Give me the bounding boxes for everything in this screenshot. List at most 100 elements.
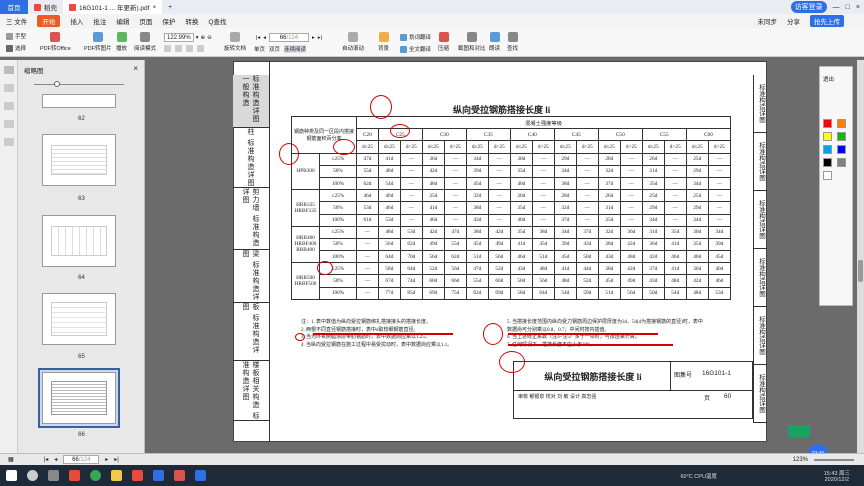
share-button[interactable]: 分享 [787,16,800,26]
thumbnail-size-slider[interactable] [24,81,134,87]
task-view-icon[interactable] [48,470,59,481]
menu-insert[interactable]: 插入 [70,16,83,26]
value-cell: 30d [685,225,709,239]
sync-status[interactable]: 未同步 [758,16,778,26]
value-cell: 51d [597,286,621,300]
document-page[interactable]: 标准构造详图 一般构造 柱 标准构造详图 剪力墙 标准构造详图 梁 标准构造详图… [233,61,767,442]
add-tab-button[interactable]: + [162,0,178,14]
scrollbar-thumb[interactable] [858,260,863,282]
thumbnail-page-64[interactable] [42,215,116,267]
maximize-button[interactable]: □ [846,4,850,11]
folder-icon[interactable] [111,470,122,481]
prev-page-icon[interactable]: ◂ [263,35,266,41]
slider-handle[interactable] [54,81,60,87]
full-translate-button[interactable]: 全文翻译 [400,45,431,53]
next-page-icon[interactable]: ▸ [312,35,315,41]
single-page-button[interactable]: 单页 [254,45,265,53]
page-number-input[interactable]: 66/124 [268,33,309,42]
value-cell: 58d [509,286,533,300]
zoom-dropdown-icon[interactable]: ▾ [196,35,199,41]
menu-annotate[interactable]: 批注 [93,16,106,26]
sidebar-toggle-icon[interactable]: ▦ [8,456,14,463]
pdf-to-office-button[interactable]: PDF转Office [40,32,71,52]
prev-page-icon[interactable]: ◂ [54,456,57,463]
search-menu[interactable]: Q查找 [208,16,226,26]
first-page-icon[interactable]: |◂ [256,35,260,41]
thumbnail-page-65[interactable] [42,293,116,345]
clock[interactable]: 15:43 周三 2020/12/2 [824,469,850,483]
pdf-task-icon[interactable] [174,470,185,481]
app2-icon[interactable] [195,470,206,481]
compress-button[interactable]: 压缩 [438,32,449,52]
zoom-in-icon[interactable]: ⊕ [200,35,205,41]
fit-width-icon[interactable] [164,45,171,52]
app-icon[interactable] [69,470,80,481]
chrome-icon[interactable] [90,470,101,481]
color-swatch[interactable] [823,132,832,141]
menu-page[interactable]: 页面 [139,16,152,26]
thumbnail-page-66[interactable] [42,372,116,424]
read-aloud-button[interactable]: 朗读 [489,32,500,52]
last-page-icon[interactable]: ▸| [114,456,119,463]
zoom-input[interactable]: 122.99% [164,33,194,42]
zoom-out-icon[interactable]: ⊖ [207,35,212,41]
read-mode-button[interactable]: 阅读模式 [134,32,156,52]
attachment-icon[interactable] [4,120,14,128]
status-page-input[interactable]: 66/124 [63,455,100,464]
play-button[interactable]: 播放 [116,32,127,52]
tab-daoke[interactable]: 稻壳 [28,0,63,14]
color-swatch[interactable] [823,171,832,180]
browser-icon[interactable] [153,470,164,481]
thumbnail-icon[interactable] [4,66,14,74]
menu-edit[interactable]: 编辑 [116,16,129,26]
panel-close-icon[interactable]: × [133,64,138,73]
last-page-icon[interactable]: ▸| [318,35,322,41]
thumbnail-page-63[interactable] [42,134,116,186]
search-icon[interactable] [27,470,38,481]
background-button[interactable]: 背景 [378,32,389,52]
wps-icon[interactable] [132,470,143,481]
rotate-left-icon[interactable] [197,45,204,52]
select-tool[interactable]: 选择 [6,44,26,52]
first-page-icon[interactable]: |◂ [44,456,49,463]
find-button[interactable]: 查找 [507,32,518,52]
fit-page-icon[interactable] [175,45,182,52]
color-swatch[interactable] [823,145,832,154]
close-window-button[interactable]: × [856,4,860,11]
screenshot-compare-button[interactable]: 截图和对比 [458,32,486,52]
color-swatch[interactable] [823,119,832,128]
menu-protect[interactable]: 保护 [162,16,175,26]
actual-size-icon[interactable] [186,45,193,52]
hand-tool[interactable]: 手型 [6,32,26,40]
tab-pdf[interactable]: 16G101-1 ... 年更新).pdf × [63,0,163,14]
menu-file[interactable]: 三 文件 [6,16,27,26]
minimize-button[interactable]: — [833,4,840,11]
auto-scroll-button[interactable]: 自动滚动 [342,32,364,52]
color-swatch[interactable] [837,158,846,167]
windows-start-icon[interactable] [6,470,17,481]
two-page-button[interactable]: 双页 [269,45,280,53]
close-tab-icon[interactable]: × [152,4,156,11]
pdf-to-image-button[interactable]: PDF转图片 [84,32,112,52]
next-page-icon[interactable]: ▸ [105,456,108,463]
color-swatch[interactable] [837,132,846,141]
upload-button[interactable]: 抢先上传 [810,15,844,27]
zoom-slider[interactable] [814,458,854,461]
menu-convert[interactable]: 转换 [185,16,198,26]
search-panel-icon[interactable] [4,138,14,146]
user-login[interactable]: 访客登录 [790,1,827,13]
bookmark-icon[interactable] [4,84,14,92]
wps-badge-icon[interactable] [788,425,810,437]
home-tab[interactable]: 首页 [0,0,28,14]
continuous-button[interactable]: 连续阅读 [284,45,307,53]
color-swatch[interactable] [837,145,846,154]
status-zoom[interactable]: 123% [793,457,808,463]
annotation-icon[interactable] [4,102,14,110]
word-translate-button[interactable]: 划词翻译 [400,33,431,41]
thumbnail-page-62[interactable] [42,94,116,108]
color-swatch[interactable] [837,119,846,128]
vertical-scrollbar[interactable] [857,60,864,453]
color-swatch[interactable] [823,158,832,167]
rotate-button[interactable]: 旋转文档 [224,32,246,52]
menu-start[interactable]: 开始 [37,15,61,27]
